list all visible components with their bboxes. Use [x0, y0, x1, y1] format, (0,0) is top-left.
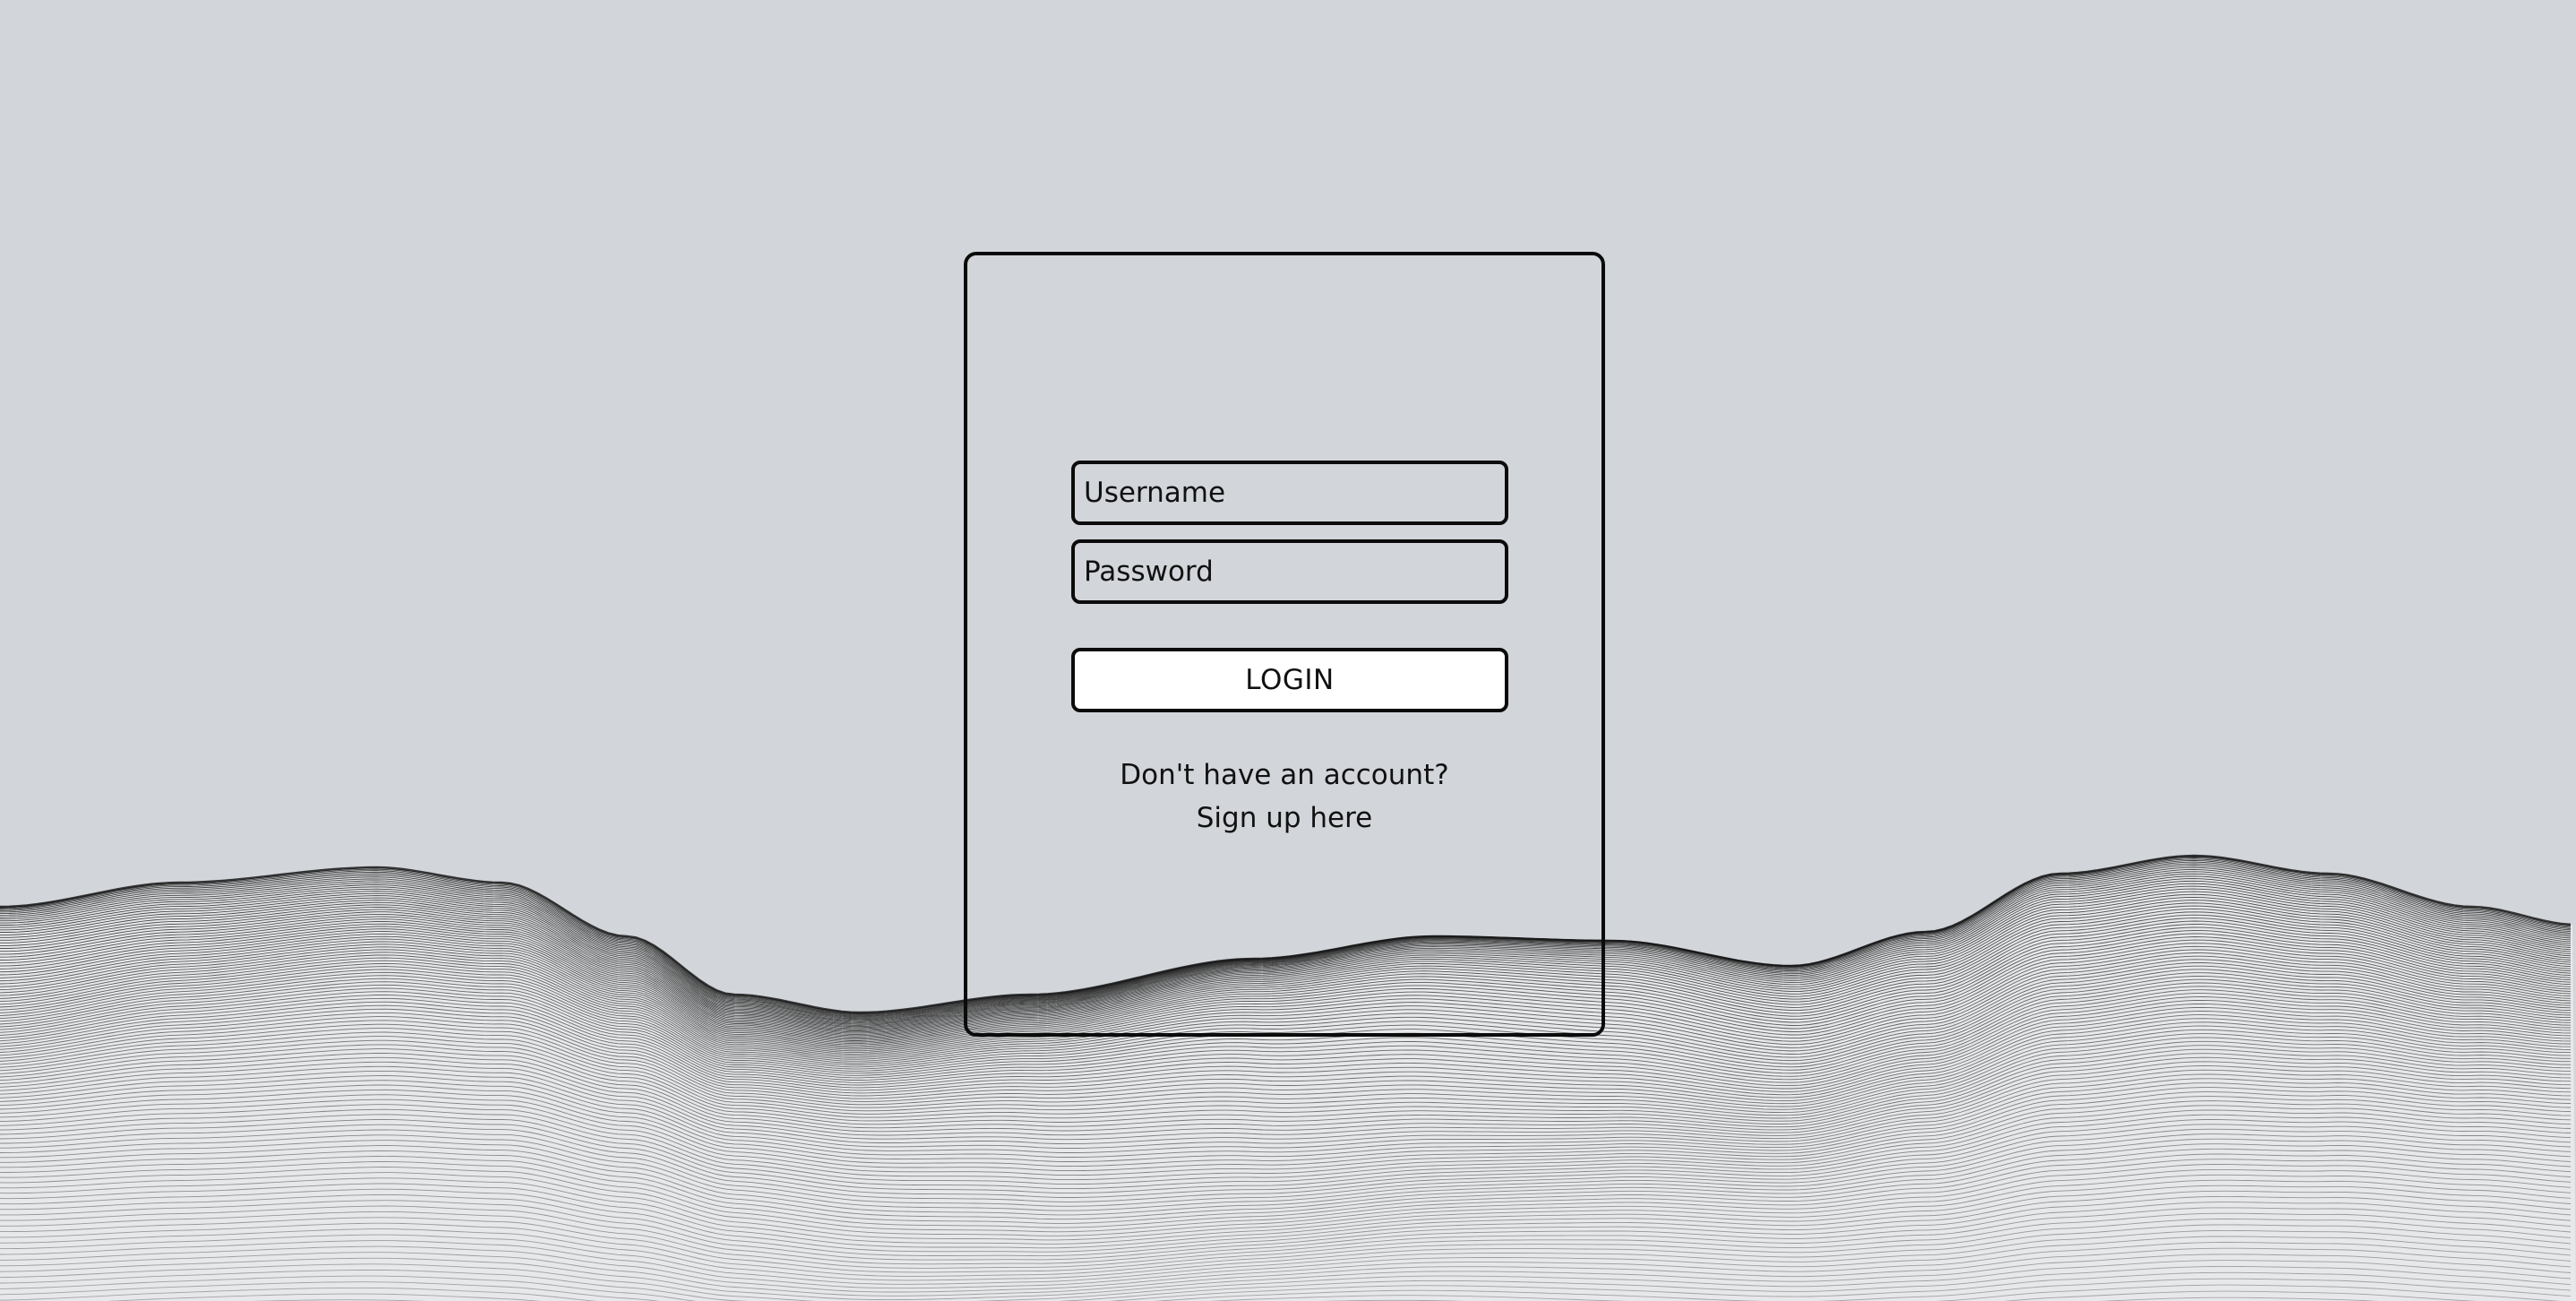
login-card: LOGIN Don't have an account? Sign up her…: [964, 252, 1605, 1037]
signup-prompt: Don't have an account?: [1120, 759, 1449, 791]
signup-link-row: Sign up here: [967, 797, 1601, 840]
username-field[interactable]: [1071, 461, 1508, 525]
password-field[interactable]: [1071, 539, 1508, 604]
login-button[interactable]: LOGIN: [1071, 648, 1508, 712]
signup-link[interactable]: Sign up here: [1197, 802, 1373, 834]
login-page: LOGIN Don't have an account? Sign up her…: [0, 0, 2576, 1301]
